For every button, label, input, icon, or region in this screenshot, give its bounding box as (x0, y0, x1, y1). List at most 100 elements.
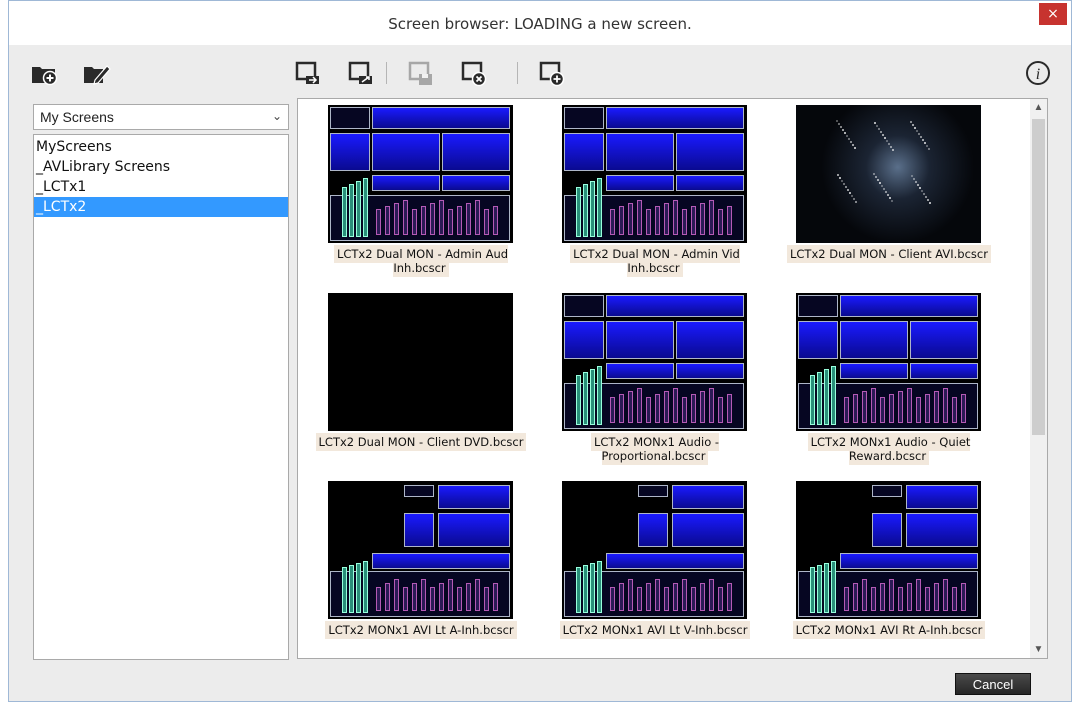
thumb-sparkle (854, 147, 856, 149)
thumb-sparkle (842, 129, 844, 131)
thumb-panel (638, 513, 668, 547)
screen-thumbnail[interactable]: LCTx2 Dual MON - Admin Vid Inh.bcscr (542, 99, 768, 283)
thumb-fader (403, 587, 408, 611)
thumb-fader (889, 579, 894, 611)
thumb-sparkle (875, 176, 877, 178)
thumb-panel (798, 295, 838, 317)
thumb-fader (349, 184, 354, 237)
thumb-panel (606, 295, 744, 317)
screen-thumbnail[interactable]: LCTx2 MONx1 AVI Lt V-Inh.bcscr (542, 475, 768, 658)
dropdown-value: My Screens (40, 109, 114, 125)
thumb-fader (727, 583, 732, 611)
screen-thumbnail[interactable]: LCTx2 MONx1 AVI Rt A-Inh.bcscr (776, 475, 1002, 658)
thumb-fader (628, 203, 633, 235)
thumbnail-image (562, 293, 747, 431)
new-folder-icon[interactable] (29, 58, 59, 88)
screen-thumbnail[interactable]: LCTx2 MONx1 Audio - Proportional.bcscr (542, 287, 768, 471)
scroll-thumb[interactable] (1032, 119, 1045, 435)
thumb-fader (457, 587, 462, 611)
thumb-fader (673, 200, 678, 235)
thumb-fader (421, 579, 426, 611)
screen-thumbnail[interactable]: LCTx2 Dual MON - Client DVD.bcscr (308, 287, 534, 471)
thumb-fader (880, 583, 885, 611)
screen-thumbnail[interactable]: LCTx2 Dual MON - Client AVI.bcscr (776, 99, 1002, 283)
thumb-sparkle (887, 194, 889, 196)
thumb-fader (700, 203, 705, 235)
thumb-sparkle (929, 202, 931, 204)
thumbnail-caption: LCTx2 Dual MON - Admin Vid Inh.bcscr (542, 245, 768, 277)
thumb-sparkle (848, 138, 850, 140)
screen-thumbnail[interactable]: LCTx2 MONx1 Audio - Quiet Reward.bcscr (776, 287, 1002, 471)
library-dropdown[interactable]: My Screens ⌄ (33, 104, 289, 130)
thumbnail-caption: LCTx2 MONx1 Audio - Quiet Reward.bcscr (776, 433, 1002, 465)
thumb-fader (691, 206, 696, 235)
scroll-up-arrow[interactable]: ▲ (1030, 99, 1047, 116)
import-screen-icon[interactable] (293, 58, 323, 88)
export-screen-icon[interactable] (346, 58, 376, 88)
thumb-fader (709, 579, 714, 611)
thumb-panel (372, 133, 440, 171)
cancel-button[interactable]: Cancel (955, 673, 1031, 695)
thumb-panel (442, 175, 510, 191)
thumb-sparkle (840, 126, 842, 128)
thumb-sparkle (920, 136, 922, 138)
thumb-panel (672, 485, 744, 509)
thumb-fader (934, 583, 939, 611)
thumb-fader (448, 579, 453, 611)
tree-item[interactable]: MyScreens (34, 137, 288, 157)
tree-item[interactable]: _LCTx2 (34, 197, 288, 217)
tree-item[interactable]: _AVLibrary Screens (34, 157, 288, 177)
thumb-sparkle (885, 191, 887, 193)
thumb-fader (385, 583, 390, 611)
thumb-fader (376, 209, 381, 235)
thumb-fader (810, 567, 815, 613)
new-screen-icon[interactable] (537, 58, 567, 88)
svg-text:i: i (1036, 66, 1040, 83)
thumb-panel (372, 175, 440, 191)
thumb-panel (438, 485, 510, 509)
thumb-sparkle (886, 140, 888, 142)
thumb-fader (610, 209, 615, 235)
thumb-sparkle (918, 133, 920, 135)
thumb-fader (583, 565, 588, 613)
thumb-panel (372, 107, 510, 129)
screen-file-name: LCTx2 Dual MON - Admin Vid Inh.bcscr (570, 245, 740, 277)
thumb-fader (700, 391, 705, 423)
thumb-sparkle (841, 180, 843, 182)
thumb-sparkle (912, 124, 914, 126)
thumb-sparkle (914, 127, 916, 129)
close-button[interactable]: × (1039, 3, 1067, 25)
thumb-sparkle (876, 125, 878, 127)
thumb-sparkle (879, 182, 881, 184)
thumb-fader (718, 397, 723, 423)
save-screen-icon[interactable] (406, 58, 436, 88)
thumb-fader (871, 388, 876, 423)
thumb-fader (637, 587, 642, 611)
thumb-sparkle (844, 132, 846, 134)
scroll-down-arrow[interactable]: ▼ (1030, 641, 1047, 658)
thumb-panel (330, 133, 370, 171)
delete-screen-icon[interactable] (459, 58, 489, 88)
thumb-fader (916, 397, 921, 423)
thumb-fader (342, 187, 347, 237)
edit-folder-icon[interactable] (81, 58, 111, 88)
folder-tree: MyScreens _AVLibrary Screens _LCTx1 _LCTx2 (33, 134, 289, 660)
thumb-panel (404, 513, 434, 547)
screen-thumbnail[interactable]: LCTx2 MONx1 AVI Lt A-Inh.bcscr (308, 475, 534, 658)
thumb-fader (824, 369, 829, 425)
thumb-fader (576, 375, 581, 425)
toolbar-separator (386, 62, 387, 84)
screen-thumbnail[interactable]: LCTx2 Dual MON - Admin Aud Inh.bcscr (308, 99, 534, 283)
tree-item[interactable]: _LCTx1 (34, 177, 288, 197)
thumb-sparkle (837, 174, 839, 176)
info-icon[interactable]: i (1023, 58, 1053, 88)
thumb-fader (961, 583, 966, 611)
thumb-fader (691, 587, 696, 611)
thumb-panel (676, 321, 744, 359)
thumb-fader (727, 394, 732, 423)
thumb-panel (606, 321, 674, 359)
vertical-scrollbar[interactable]: ▲ ▼ (1030, 99, 1047, 658)
thumb-sparkle (921, 190, 923, 192)
thumb-fader (597, 366, 602, 425)
screen-file-name: LCTx2 MONx1 AVI Rt A-Inh.bcscr (792, 621, 986, 639)
